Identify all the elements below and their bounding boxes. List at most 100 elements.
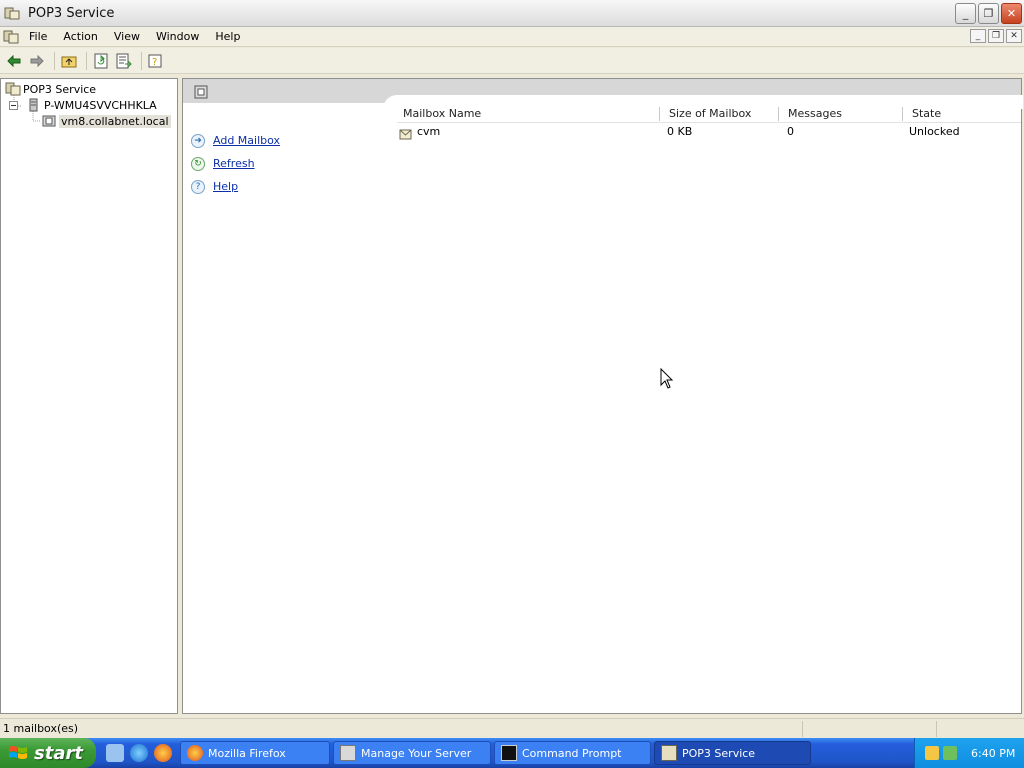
folder-up-icon <box>61 56 77 67</box>
restore-button[interactable]: ❐ <box>978 3 999 24</box>
collapse-icon <box>9 100 18 110</box>
mailbox-size-cell: 0 KB <box>667 125 693 138</box>
status-segment <box>802 721 803 737</box>
console-tree[interactable]: POP3 Service P-WMU4SVVCHHKLA vm8.collabn… <box>0 78 178 714</box>
pop3-app-icon <box>4 7 20 20</box>
tree-label: P-WMU4SVVCHHKLA <box>44 98 157 112</box>
status-bar: 1 mailbox(es) <box>0 718 1024 738</box>
column-header-messages[interactable]: Messages <box>782 105 842 123</box>
list-header: Mailbox Name Size of Mailbox Messages St… <box>397 105 1021 123</box>
system-tray: 6:40 PM <box>914 738 1024 768</box>
taskbar-button-label: Manage Your Server <box>361 746 472 760</box>
task-refresh[interactable]: ↻ Refresh <box>191 152 280 175</box>
forward-button[interactable] <box>27 51 47 71</box>
refresh-link[interactable]: Refresh <box>213 157 255 170</box>
window-title: POP3 Service <box>28 5 115 21</box>
pop3-icon <box>661 745 677 761</box>
mdi-close-button[interactable]: ✕ <box>1006 29 1022 43</box>
quick-launch <box>106 744 172 762</box>
column-separator[interactable] <box>778 107 779 121</box>
table-row[interactable]: cvm 0 KB 0 Unlocked <box>397 123 1021 141</box>
domain-icon <box>194 85 208 99</box>
mdi-minimize-button[interactable]: _ <box>970 29 986 43</box>
restore-icon: ❐ <box>983 7 994 20</box>
minimize-icon: _ <box>962 7 969 20</box>
column-separator[interactable] <box>659 107 660 121</box>
taskbar: start Mozilla Firefox Manage Your Server… <box>0 738 1024 768</box>
internet-explorer-icon[interactable] <box>130 744 148 762</box>
details-pane: ➜ Add Mailbox ↻ Refresh ? Help Mailbox N… <box>182 78 1023 714</box>
back-button[interactable] <box>4 51 24 71</box>
status-segment <box>936 721 937 737</box>
toolbar-separator <box>86 51 87 70</box>
export-list-button[interactable] <box>114 51 134 71</box>
mailbox-state-cell: Unlocked <box>909 125 960 138</box>
help-icon: ? <box>148 54 162 68</box>
start-label: start <box>34 742 83 764</box>
task-help[interactable]: ? Help <box>191 175 280 198</box>
svg-text:?: ? <box>152 57 157 68</box>
refresh-toolbar-button[interactable] <box>91 51 111 71</box>
export-list-icon <box>116 53 132 68</box>
mailbox-messages-cell: 0 <box>787 125 794 138</box>
close-button[interactable]: ✕ <box>1001 3 1022 24</box>
help-icon: ? <box>191 179 205 194</box>
help-link[interactable]: Help <box>213 180 238 193</box>
add-mailbox-link[interactable]: Add Mailbox <box>213 134 280 147</box>
help-toolbar-button[interactable]: ? <box>146 51 166 71</box>
clock[interactable]: 6:40 PM <box>971 747 1015 760</box>
mouse-cursor-icon <box>660 368 674 389</box>
tree-label: vm8.collabnet.local <box>59 114 171 128</box>
column-separator[interactable] <box>902 107 903 121</box>
windows-flag-icon <box>9 746 27 759</box>
taskbar-button-pop3[interactable]: POP3 Service <box>654 741 811 765</box>
forward-arrow-icon <box>30 54 44 67</box>
firefox-icon[interactable] <box>154 744 172 762</box>
back-arrow-icon <box>7 54 21 67</box>
toolbar-separator <box>141 51 142 70</box>
tree-item-domain[interactable]: vm8.collabnet.local <box>41 113 171 129</box>
tree-item-server[interactable]: P-WMU4SVVCHHKLA <box>9 97 159 113</box>
title-bar: POP3 Service _ ❐ ✕ <box>0 0 1024 27</box>
taskbar-button-label: POP3 Service <box>682 746 756 760</box>
pop3-service-icon <box>5 82 21 96</box>
up-level-button[interactable] <box>59 51 79 71</box>
tray-shield-icon[interactable] <box>925 746 939 760</box>
server-icon <box>29 98 38 112</box>
column-header-mailbox-name[interactable]: Mailbox Name <box>397 105 481 123</box>
column-header-size[interactable]: Size of Mailbox <box>663 105 751 123</box>
refresh-icon <box>94 53 108 68</box>
start-button[interactable]: start <box>0 738 96 768</box>
menu-window[interactable]: Window <box>148 30 207 43</box>
column-header-state[interactable]: State <box>906 105 941 123</box>
mailbox-list[interactable]: Mailbox Name Size of Mailbox Messages St… <box>397 105 1021 141</box>
taskbar-button-command-prompt[interactable]: Command Prompt <box>494 741 651 765</box>
firefox-icon <box>187 745 203 761</box>
tree-item-pop3-service[interactable]: POP3 Service <box>5 81 98 97</box>
taskbar-button-label: Command Prompt <box>522 746 622 760</box>
mailbox-icon <box>399 129 412 140</box>
menu-view[interactable]: View <box>106 30 148 43</box>
menu-bar: File Action View Window Help _ ❐ ✕ <box>0 27 1024 47</box>
domain-icon <box>42 115 56 127</box>
menu-action[interactable]: Action <box>55 30 105 43</box>
task-add-mailbox[interactable]: ➜ Add Mailbox <box>191 129 280 152</box>
toolbar: ? <box>0 48 1024 74</box>
menu-file[interactable]: File <box>21 30 55 43</box>
toolbar-separator <box>54 51 55 70</box>
cmd-icon <box>501 745 517 761</box>
taskbar-button-label: Mozilla Firefox <box>208 746 286 760</box>
taskbar-button-firefox[interactable]: Mozilla Firefox <box>180 741 330 765</box>
document-menu-icon[interactable] <box>3 30 19 44</box>
refresh-icon: ↻ <box>191 156 205 171</box>
mdi-restore-button[interactable]: ❐ <box>988 29 1004 43</box>
taskbar-button-manage-server[interactable]: Manage Your Server <box>333 741 491 765</box>
tree-label: POP3 Service <box>23 82 97 96</box>
minimize-button[interactable]: _ <box>955 3 976 24</box>
tray-network-icon[interactable] <box>943 746 957 760</box>
close-icon: ✕ <box>1006 7 1017 20</box>
show-desktop-icon[interactable] <box>106 744 124 762</box>
menu-help[interactable]: Help <box>207 30 248 43</box>
status-text: 1 mailbox(es) <box>3 722 79 735</box>
add-icon: ➜ <box>191 133 205 148</box>
